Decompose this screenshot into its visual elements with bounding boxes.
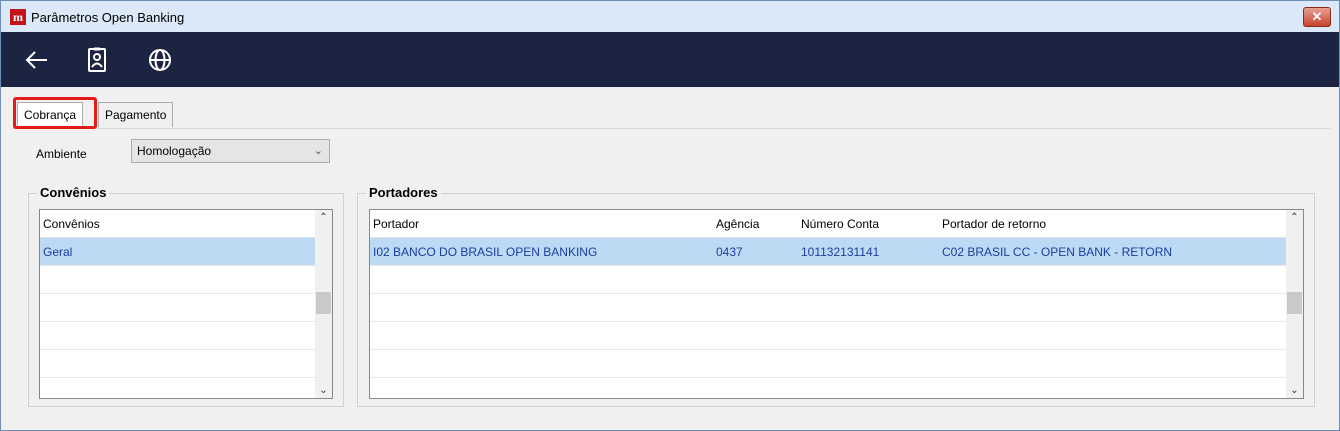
convenios-scrollbar[interactable]: ⌃ ⌄ [315,210,332,398]
scroll-down-icon[interactable]: ⌄ [1286,385,1303,396]
ambiente-value: Homologação [137,144,212,158]
chevron-down-icon: ⌄ [313,145,323,157]
toolbar [1,32,1339,87]
column-header-portador[interactable]: Portador [373,217,419,231]
close-button[interactable]: ✕ [1303,7,1331,27]
portadores-group-title: Portadores [366,185,441,200]
portador-retorno-cell: C02 BRASIL CC - OPEN BANK - RETORN [942,245,1173,259]
column-header-convenios[interactable]: Convênios [43,217,100,231]
convenio-name: Geral [43,245,73,259]
table-row-empty [40,322,317,350]
table-row[interactable]: Geral [40,238,317,266]
column-header-portador-retorno[interactable]: Portador de retorno [942,217,1046,231]
back-arrow-icon[interactable] [23,46,51,74]
ambiente-label: Ambiente [36,147,87,161]
convenios-group-title: Convênios [37,185,110,200]
tab-pagamento[interactable]: Pagamento [98,102,174,127]
convenios-group: Convênios Convênios Geral ⌃ ⌄ [28,185,344,407]
portadores-group: Portadores Portador Agência Número Conta… [357,185,1315,407]
scroll-thumb[interactable] [316,292,331,314]
tab-cobranca[interactable]: Cobrança [17,102,84,129]
table-row-empty [370,266,1288,294]
scroll-up-icon[interactable]: ⌃ [315,212,332,223]
convenios-grid: Convênios Geral ⌃ ⌄ [39,209,333,399]
app-icon: m [10,9,26,25]
globe-icon[interactable] [146,46,174,74]
scroll-down-icon[interactable]: ⌄ [315,385,332,396]
table-row[interactable]: I02 BANCO DO BRASIL OPEN BANKING 0437 10… [370,238,1288,266]
agencia-cell: 0437 [716,245,743,259]
scroll-thumb[interactable] [1287,292,1302,314]
table-row-empty [370,322,1288,350]
table-row-empty [40,294,317,322]
portadores-scrollbar[interactable]: ⌃ ⌄ [1286,210,1303,398]
convenios-header-row: Convênios [40,210,317,238]
portador-cell: I02 BANCO DO BRASIL OPEN BANKING [373,245,598,259]
column-header-agencia[interactable]: Agência [716,217,759,231]
numero-conta-cell: 101132131141 [801,245,880,259]
table-row-empty [40,350,317,378]
table-row-empty [370,294,1288,322]
column-header-numero-conta[interactable]: Número Conta [801,217,879,231]
table-row-empty [40,266,317,294]
open-banking-window: m Parâmetros Open Banking ✕ Cobrança Pag… [0,0,1340,431]
window-title: Parâmetros Open Banking [31,10,185,25]
scroll-up-icon[interactable]: ⌃ [1286,212,1303,223]
title-bar: m Parâmetros Open Banking ✕ [1,1,1339,32]
id-badge-icon[interactable] [83,46,111,74]
portadores-header-row: Portador Agência Número Conta Portador d… [370,210,1288,238]
portadores-grid: Portador Agência Número Conta Portador d… [369,209,1304,399]
ambiente-select[interactable]: Homologação ⌄ [131,139,330,163]
table-row-empty [370,350,1288,378]
